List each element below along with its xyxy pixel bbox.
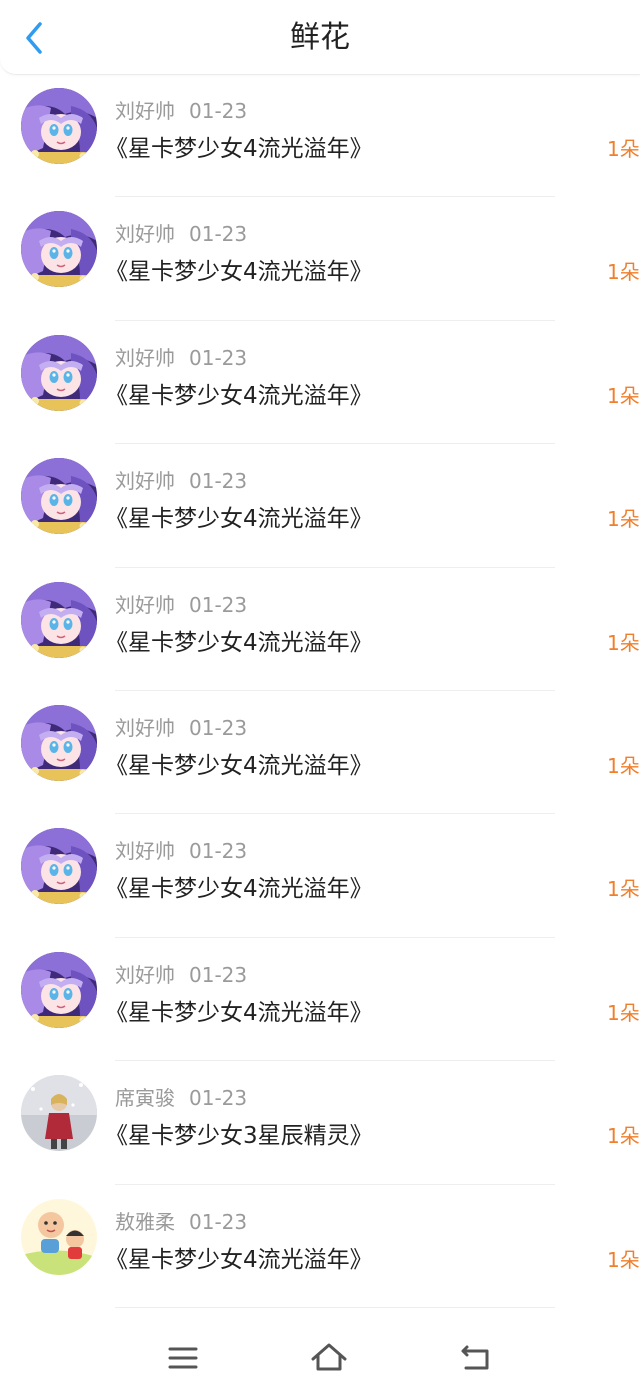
book-title: 《星卡梦少女4流光溢年》 [105,259,373,286]
item-date: 01-23 [189,1086,248,1111]
item-meta: 刘好帅 01-23 [115,589,247,618]
menu-icon [168,1347,198,1369]
item-date: 01-23 [189,839,248,864]
page-title: 鲜花 [290,20,350,55]
list-item[interactable]: 刘好帅 01-23 《星卡梦少女4流光溢年》 1朵 [0,938,640,1062]
book-title: 《星卡梦少女3星辰精灵》 [105,1123,373,1150]
list-item[interactable]: 席寅骏 01-23 《星卡梦少女3星辰精灵》 1朵 [0,1061,640,1185]
item-meta: 席寅骏 01-23 [115,1082,247,1111]
flower-count: 1朵 [607,1124,640,1149]
list-item[interactable]: 刘好帅 01-23 《星卡梦少女4流光溢年》 1朵 [0,321,640,445]
flower-count: 1朵 [607,1000,640,1025]
user-name: 刘好帅 [115,222,175,247]
book-title: 《星卡梦少女4流光溢年》 [105,506,373,533]
item-date: 01-23 [189,592,248,617]
item-date: 01-23 [189,469,248,494]
user-name: 刘好帅 [115,962,175,987]
book-title: 《星卡梦少女4流光溢年》 [105,752,373,779]
avatar [21,951,97,1028]
book-title: 《星卡梦少女4流光溢年》 [105,382,373,409]
item-date: 01-23 [189,99,248,123]
flower-count: 1朵 [607,630,640,655]
item-date: 01-23 [189,345,248,370]
item-meta: 敖雅柔 01-23 [115,1206,247,1235]
system-nav-bar [0,1318,640,1397]
avatar [21,88,97,164]
flower-count: 1朵 [607,507,640,532]
home-button[interactable] [309,1338,349,1378]
avatar [21,334,97,411]
list-item[interactable]: 刘好帅 01-23 《星卡梦少女4流光溢年》 1朵 [0,74,640,198]
item-meta: 刘好帅 01-23 [115,95,247,124]
item-date: 01-23 [189,222,248,247]
list-item[interactable]: 刘好帅 01-23 《星卡梦少女4流光溢年》 1朵 [0,568,640,691]
item-meta: 刘好帅 01-23 [115,218,247,247]
avatar [21,828,97,905]
avatar [21,581,97,658]
divider [115,1306,555,1308]
book-title: 《星卡梦少女4流光溢年》 [105,136,373,162]
book-title: 《星卡梦少女4流光溢年》 [105,1246,373,1273]
avatar [21,458,97,535]
book-title: 《星卡梦少女4流光溢年》 [105,876,373,903]
avatar [21,1198,97,1275]
flower-count: 1朵 [607,877,640,902]
book-title: 《星卡梦少女4流光溢年》 [105,999,373,1026]
user-name: 刘好帅 [115,839,175,864]
user-name: 刘好帅 [115,592,175,617]
item-meta: 刘好帅 01-23 [115,465,247,494]
menu-button[interactable] [163,1338,203,1378]
list-item[interactable]: 刘好帅 01-23 《星卡梦少女4流光溢年》 1朵 [0,691,640,815]
flower-count: 1朵 [607,1247,640,1272]
item-date: 01-23 [189,962,248,987]
item-date: 01-23 [189,1209,248,1234]
list-item[interactable]: 刘好帅 01-23 《星卡梦少女4流光溢年》 1朵 [0,814,640,938]
user-name: 刘好帅 [115,345,175,370]
user-name: 敖雅柔 [115,1209,175,1234]
user-name: 刘好帅 [115,99,175,123]
list-item[interactable]: 敖雅柔 01-23 《星卡梦少女4流光溢年》 1朵 [0,1185,640,1308]
header-bar: 鲜花 [0,0,640,75]
item-meta: 刘好帅 01-23 [115,959,247,988]
list-item[interactable]: 刘好帅 01-23 《星卡梦少女4流光溢年》 1朵 [0,444,640,568]
flower-count: 1朵 [607,137,640,161]
avatar [21,211,97,288]
avatar [21,704,97,781]
user-name: 刘好帅 [115,715,175,740]
flower-count: 1朵 [607,383,640,408]
back-icon [461,1345,489,1370]
user-name: 席寅骏 [115,1086,175,1111]
flower-count: 1朵 [607,260,640,285]
flower-count: 1朵 [607,753,640,778]
avatar [21,1075,97,1152]
item-meta: 刘好帅 01-23 [115,342,247,371]
book-title: 《星卡梦少女4流光溢年》 [105,629,373,656]
list-item[interactable]: 刘好帅 01-23 《星卡梦少女4流光溢年》 1朵 [0,197,640,321]
item-meta: 刘好帅 01-23 [115,835,247,864]
user-name: 刘好帅 [115,469,175,494]
item-date: 01-23 [189,715,248,740]
item-meta: 刘好帅 01-23 [115,712,247,741]
home-icon [311,1343,347,1371]
back-nav-button[interactable] [456,1338,496,1378]
flower-list: 刘好帅 01-23 《星卡梦少女4流光溢年》 1朵 刘好帅 01-23 《星卡梦少女… [0,74,640,1308]
